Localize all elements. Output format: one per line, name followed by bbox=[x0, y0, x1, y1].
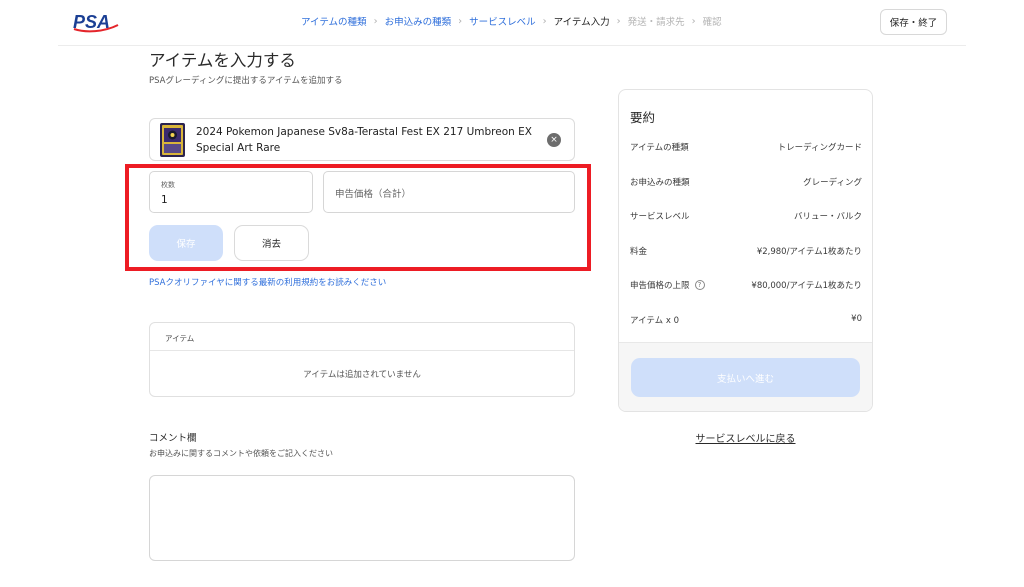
comment-title: コメント欄 bbox=[149, 433, 197, 444]
summary-value: ¥2,980/アイテム1枚あたり bbox=[756, 247, 862, 257]
items-table-divider bbox=[150, 350, 574, 351]
breadcrumb-shipping-billing: 発送・請求先 bbox=[627, 17, 685, 28]
card-thumbnail-image bbox=[160, 123, 185, 157]
summary-value: ¥0 bbox=[851, 314, 862, 324]
save-exit-button[interactable]: 保存・終了 bbox=[880, 9, 947, 35]
summary-value: グレーディング bbox=[803, 178, 862, 188]
summary-row-item-count: アイテム x 0 ¥0 bbox=[630, 314, 862, 328]
comment-subtitle: お申込みに関するコメントや依頼をご記入ください bbox=[149, 449, 333, 458]
psa-logo[interactable]: PSA bbox=[72, 9, 120, 33]
summary-card: 要約 アイテムの種類 トレーディングカード お申込みの種類 グレーディング サー… bbox=[618, 89, 873, 412]
summary-title: 要約 bbox=[630, 110, 656, 125]
help-icon[interactable]: ? bbox=[694, 280, 705, 290]
page: PSA アイテムの種類 › お申込みの種類 › サービスレベル › アイテム入力… bbox=[0, 0, 1024, 587]
breadcrumb-confirm: 確認 bbox=[702, 17, 722, 28]
remove-item-icon[interactable]: × bbox=[547, 133, 561, 147]
summary-value: トレーディングカード bbox=[777, 143, 862, 153]
breadcrumb-submission-type[interactable]: お申込みの種類 bbox=[385, 14, 452, 28]
items-table-header: アイテム bbox=[165, 334, 195, 343]
header-divider bbox=[58, 45, 966, 46]
summary-label: 申告価格の上限 ? bbox=[630, 279, 705, 291]
breadcrumb-service-level[interactable]: サービスレベル bbox=[469, 14, 536, 28]
selected-item-card: 2024 Pokemon Japanese Sv8a-Terastal Fest… bbox=[149, 118, 575, 161]
summary-row-fee: 料金 ¥2,980/アイテム1枚あたり bbox=[630, 245, 862, 259]
highlight-annotation-box bbox=[125, 164, 591, 271]
proceed-to-payment-button[interactable]: 支払いへ進む bbox=[631, 358, 860, 397]
summary-label: サービスレベル bbox=[630, 212, 690, 222]
page-title: アイテムを入力する bbox=[149, 51, 296, 70]
items-empty-message: アイテムは追加されていません bbox=[303, 370, 421, 380]
summary-value: ¥80,000/アイテム1枚あたり bbox=[751, 281, 862, 291]
breadcrumb: アイテムの種類 › お申込みの種類 › サービスレベル › アイテム入力 › 発… bbox=[301, 14, 722, 29]
top-header: PSA アイテムの種類 › お申込みの種類 › サービスレベル › アイテム入力… bbox=[0, 0, 1024, 46]
summary-label-text: 申告価格の上限 bbox=[630, 281, 690, 291]
comment-textarea[interactable] bbox=[149, 475, 575, 561]
chevron-right-icon: › bbox=[458, 15, 463, 27]
summary-row-submission-type: お申込みの種類 グレーディング bbox=[630, 176, 862, 190]
breadcrumb-item-type[interactable]: アイテムの種類 bbox=[301, 14, 367, 28]
summary-row-service-level: サービスレベル バリュー・バルク bbox=[630, 210, 862, 224]
chevron-right-icon: › bbox=[616, 15, 621, 27]
terms-link[interactable]: PSAクオリファイヤに関する最新の利用規約をお読みください bbox=[149, 276, 386, 288]
item-name: 2024 Pokemon Japanese Sv8a-Terastal Fest… bbox=[196, 126, 532, 154]
items-table: アイテム アイテムは追加されていません bbox=[149, 322, 575, 397]
summary-label: アイテムの種類 bbox=[630, 143, 689, 153]
chevron-right-icon: › bbox=[373, 15, 378, 27]
summary-label: 料金 bbox=[630, 247, 648, 257]
chevron-right-icon: › bbox=[691, 15, 696, 27]
summary-label: アイテム x 0 bbox=[630, 316, 679, 326]
summary-row-declared-limit: 申告価格の上限 ? ¥80,000/アイテム1枚あたり bbox=[630, 279, 862, 293]
summary-label: お申込みの種類 bbox=[630, 178, 690, 188]
summary-row-item-type: アイテムの種類 トレーディングカード bbox=[630, 141, 862, 155]
back-to-service-level-link[interactable]: サービスレベルに戻る bbox=[618, 430, 873, 445]
chevron-right-icon: › bbox=[542, 15, 547, 27]
breadcrumb-item-entry: アイテム入力 bbox=[553, 17, 610, 28]
page-subtitle: PSAグレーディングに提出するアイテムを追加する bbox=[149, 76, 343, 86]
summary-value: バリュー・バルク bbox=[793, 212, 862, 222]
